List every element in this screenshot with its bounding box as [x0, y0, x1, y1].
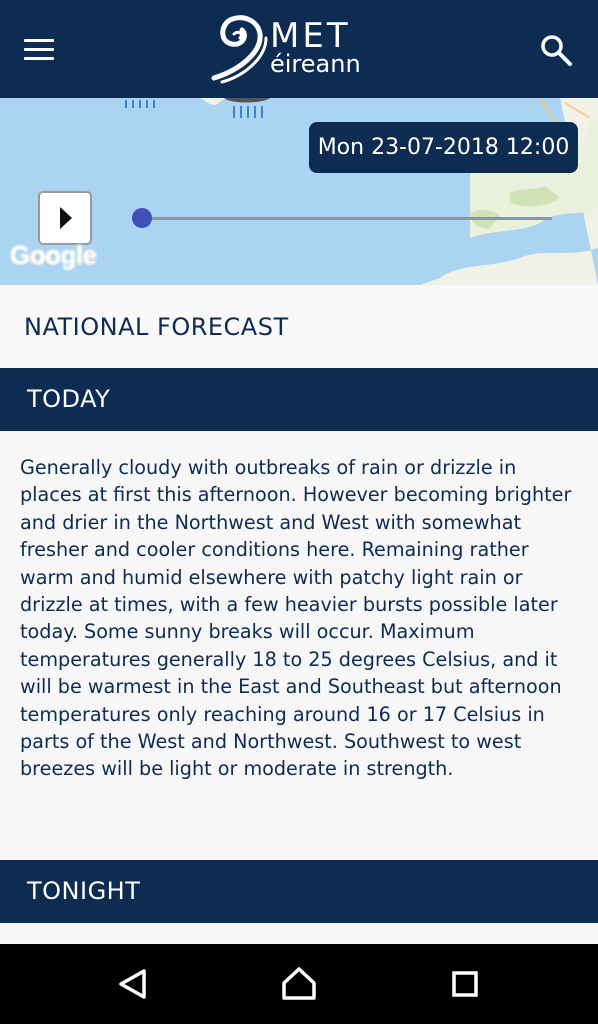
play-icon — [60, 207, 72, 229]
google-attribution: Google — [10, 240, 97, 271]
swirl-logo-icon — [211, 15, 268, 84]
hamburger-menu-icon — [24, 39, 54, 42]
recents-square-icon — [452, 971, 478, 997]
today-section-header: TODAY — [0, 368, 598, 431]
timeline-slider-thumb[interactable] — [132, 208, 152, 228]
search-icon — [541, 35, 572, 66]
back-button[interactable] — [112, 964, 152, 1004]
menu-button[interactable] — [22, 36, 56, 64]
met-eireann-app: MET éireann Mon 23-07-2018 12:00 Google … — [0, 0, 598, 1024]
play-button[interactable] — [38, 191, 92, 245]
recents-button[interactable] — [445, 964, 485, 1004]
map-datetime-label: Mon 23-07-2018 12:00 — [309, 122, 578, 173]
search-button[interactable] — [538, 32, 574, 68]
today-forecast-text: Generally cloudy with outbreaks of rain … — [20, 456, 572, 781]
app-header: MET éireann — [0, 0, 598, 98]
home-icon — [282, 967, 316, 1000]
logo-text-eireann: éireann — [270, 50, 361, 78]
today-label: TODAY — [27, 385, 111, 413]
tonight-content-area — [0, 923, 598, 944]
back-triangle-icon — [119, 969, 146, 999]
page-title: NATIONAL FORECAST — [24, 313, 289, 341]
met-eireann-logo: MET éireann — [210, 12, 390, 84]
home-button[interactable] — [279, 964, 319, 1004]
tonight-section-header: TONIGHT — [0, 860, 598, 923]
tonight-label: TONIGHT — [27, 877, 141, 905]
national-forecast-header: NATIONAL FORECAST — [0, 285, 598, 368]
google-logo-text: Google — [10, 240, 97, 270]
weather-map[interactable]: Mon 23-07-2018 12:00 Google — [0, 98, 598, 285]
timeline-slider-track[interactable] — [142, 217, 552, 220]
system-navigation-bar — [0, 944, 598, 1024]
